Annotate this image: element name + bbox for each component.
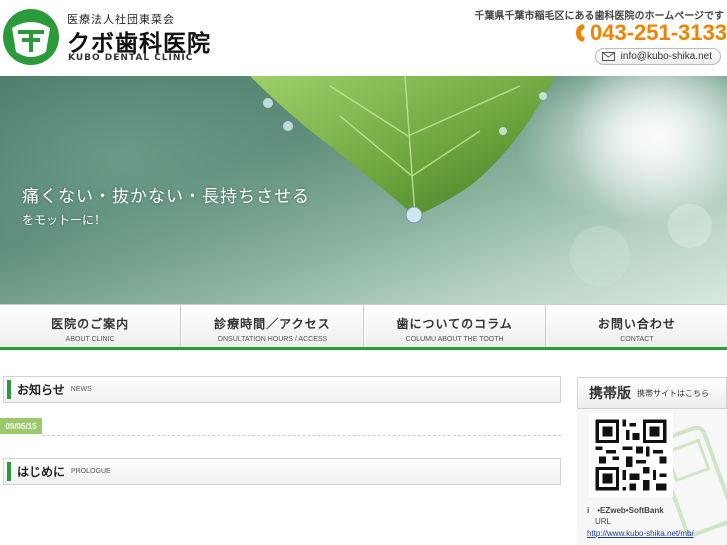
nav-label-en: CONTACT — [620, 336, 654, 343]
prologue-heading: はじめに PROLOGUE — [3, 458, 561, 485]
hero-title: 痛くない・抜かない・長持ちさせる — [22, 187, 310, 207]
phone-number: 043-251-3133 — [573, 20, 727, 46]
news-title: お知らせ — [17, 383, 65, 397]
news-divider — [42, 435, 561, 436]
news-heading: お知らせ NEWS — [3, 376, 561, 403]
site-header: 医療法人社団東菜会 クボ歯科医院 KUBO DENTAL CLINIC 千葉県千… — [0, 0, 727, 76]
email-link[interactable]: info@kubo-shika.net — [594, 48, 721, 65]
mobile-carriers: i •EZweb•SoftBank — [587, 506, 664, 515]
nav-item-column[interactable]: 歯についてのコラム COLUMU ABOUT THE TOOTH — [363, 305, 546, 347]
mobile-site-heading: 携帯版 携帯サイトはこちら — [577, 377, 727, 409]
clinic-name-en: KUBO DENTAL CLINIC — [68, 53, 194, 63]
email-text: info@kubo-shika.net — [620, 51, 712, 62]
prologue-title-en: PROLOGUE — [71, 468, 111, 475]
nav-label: 歯についてのコラム — [396, 317, 513, 331]
nav-label: 診療時間／アクセス — [214, 317, 331, 331]
clinic-logo-icon[interactable] — [2, 8, 60, 66]
news-date-badge: 09/05/15 — [0, 418, 42, 434]
prologue-title: はじめに — [17, 465, 66, 479]
nav-label: お問い合わせ — [597, 317, 676, 331]
nav-label-en: COLUMU ABOUT THE TOOTH — [405, 336, 504, 343]
nav-label-en: ONSULTATION HOURS / ACCESS — [217, 336, 328, 343]
nav-item-contact[interactable]: お問い合わせ CONTACT — [545, 305, 727, 347]
qr-code-icon — [589, 413, 673, 497]
nav-item-hours-access[interactable]: 診療時間／アクセス ONSULTATION HOURS / ACCESS — [181, 305, 364, 347]
hero-subtitle: をモットーに！ — [22, 213, 107, 227]
nav-item-about[interactable]: 医院のご案内 ABOUT CLINIC — [0, 305, 182, 347]
mobile-site-title: 携帯版 — [589, 386, 631, 402]
nav-label: 医院のご案内 — [51, 317, 130, 331]
main-nav: 医院のご案内 ABOUT CLINIC 診療時間／アクセス ONSULTATIO… — [0, 304, 727, 350]
mail-icon — [601, 52, 615, 61]
news-title-en: NEWS — [70, 386, 92, 393]
hero-banner: 痛くない・抜かない・長持ちさせる をモットーに！ — [0, 76, 727, 304]
heading-bar — [7, 462, 11, 481]
mobile-site-panel: i •EZweb•SoftBank URL http://www.kubo-sh… — [577, 409, 727, 545]
phone-number-text: 043-251-3133 — [589, 20, 727, 45]
heading-bar — [7, 380, 11, 399]
mobile-site-url-link[interactable]: http://www.kubo-shika.net/mb/ — [587, 529, 694, 538]
phone-icon — [575, 24, 585, 42]
url-label: URL — [595, 517, 612, 526]
nav-label-en: ABOUT CLINIC — [65, 336, 115, 343]
mobile-site-subtitle: 携帯サイトはこちら — [637, 388, 709, 398]
